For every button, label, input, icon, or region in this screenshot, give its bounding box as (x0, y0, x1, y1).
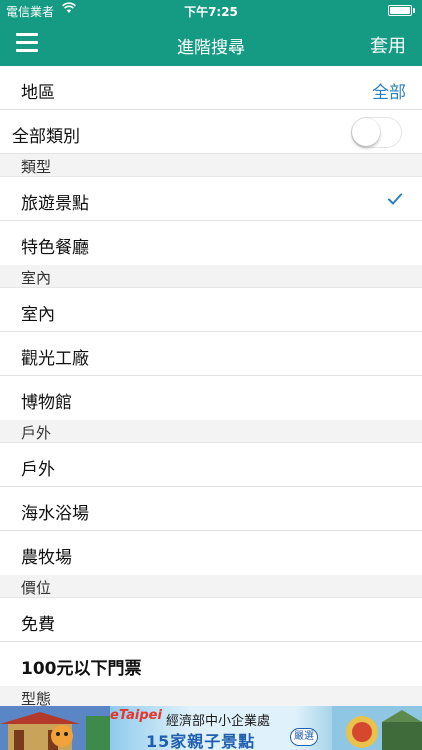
section-header: 室內 (0, 265, 422, 288)
battery-icon (388, 5, 412, 16)
section-title: 類型 (21, 158, 52, 176)
category-option[interactable]: 觀光工廠 (0, 332, 422, 376)
all-categories-label: 全部類別 (12, 127, 80, 147)
category-option-label: 100元以下門票 (21, 659, 142, 679)
category-option[interactable]: 博物館 (0, 376, 422, 420)
toggle-knob (352, 118, 380, 146)
checkmark-icon (388, 193, 402, 205)
ad-banner[interactable]: eTaipei 經濟部中小企業處 15家親子景點 嚴選 (0, 706, 422, 750)
category-option-label: 博物館 (21, 393, 72, 413)
category-option[interactable]: 旅遊景點 (0, 177, 422, 221)
all-categories-toggle[interactable] (351, 117, 402, 148)
etaipei-logo: eTaipei (110, 708, 162, 723)
section-title: 型態 (21, 690, 52, 706)
category-option-label: 室內 (21, 305, 55, 325)
banner-badge: 嚴選 (290, 728, 318, 746)
section-title: 價位 (21, 579, 52, 597)
category-option[interactable]: 室內 (0, 288, 422, 332)
status-bar: 電信業者 下午7:25 (0, 0, 422, 20)
section-header: 型態 (0, 686, 422, 706)
section-title: 室內 (21, 269, 52, 287)
clock: 下午7:25 (184, 5, 238, 19)
category-option-label: 特色餐廳 (21, 238, 89, 258)
category-option-label: 免費 (21, 615, 55, 635)
category-option-label: 戶外 (21, 460, 55, 480)
section-title: 戶外 (21, 424, 52, 442)
section-header: 類型 (0, 154, 422, 177)
category-option-label: 農牧場 (21, 548, 72, 568)
region-label: 地區 (21, 83, 55, 103)
category-sections: 類型 旅遊景點 特色餐廳 室內 室內 觀光工廠 博物館 戶外 戶外 海水浴場 農牧場 價位 免費 100元… (0, 154, 422, 706)
category-option[interactable]: 海水浴場 (0, 487, 422, 531)
category-option-label: 觀光工廠 (21, 349, 89, 369)
category-option[interactable]: 戶外 (0, 443, 422, 487)
category-option-label: 旅遊景點 (21, 194, 89, 214)
category-option[interactable]: 免費 (0, 598, 422, 642)
category-option[interactable]: 農牧場 (0, 531, 422, 575)
category-option[interactable]: 100元以下門票 (0, 642, 422, 686)
battery-tip (413, 8, 415, 13)
region-row[interactable]: 地區 全部 (0, 66, 422, 110)
section-header: 戶外 (0, 420, 422, 443)
banner-headline: 15家親子景點 (146, 732, 256, 750)
category-option[interactable]: 特色餐廳 (0, 221, 422, 265)
temple-scene-image (0, 706, 110, 750)
nav-bar: 進階搜尋 套用 (0, 20, 422, 66)
filter-list[interactable]: 地區 全部 全部類別 類型 旅遊景點 特色餐廳 室內 室內 觀光工廠 博物館 戶外 戶外 海水浴場… (0, 66, 422, 706)
page-title: 進階搜尋 (177, 38, 245, 58)
all-categories-row: 全部類別 (0, 110, 422, 154)
section-header: 價位 (0, 575, 422, 598)
amusement-scene-image (332, 706, 422, 750)
category-option-label: 海水浴場 (21, 504, 89, 524)
region-value: 全部 (372, 83, 406, 103)
apply-button[interactable]: 套用 (370, 32, 406, 58)
banner-agency: 經濟部中小企業處 (166, 714, 271, 729)
